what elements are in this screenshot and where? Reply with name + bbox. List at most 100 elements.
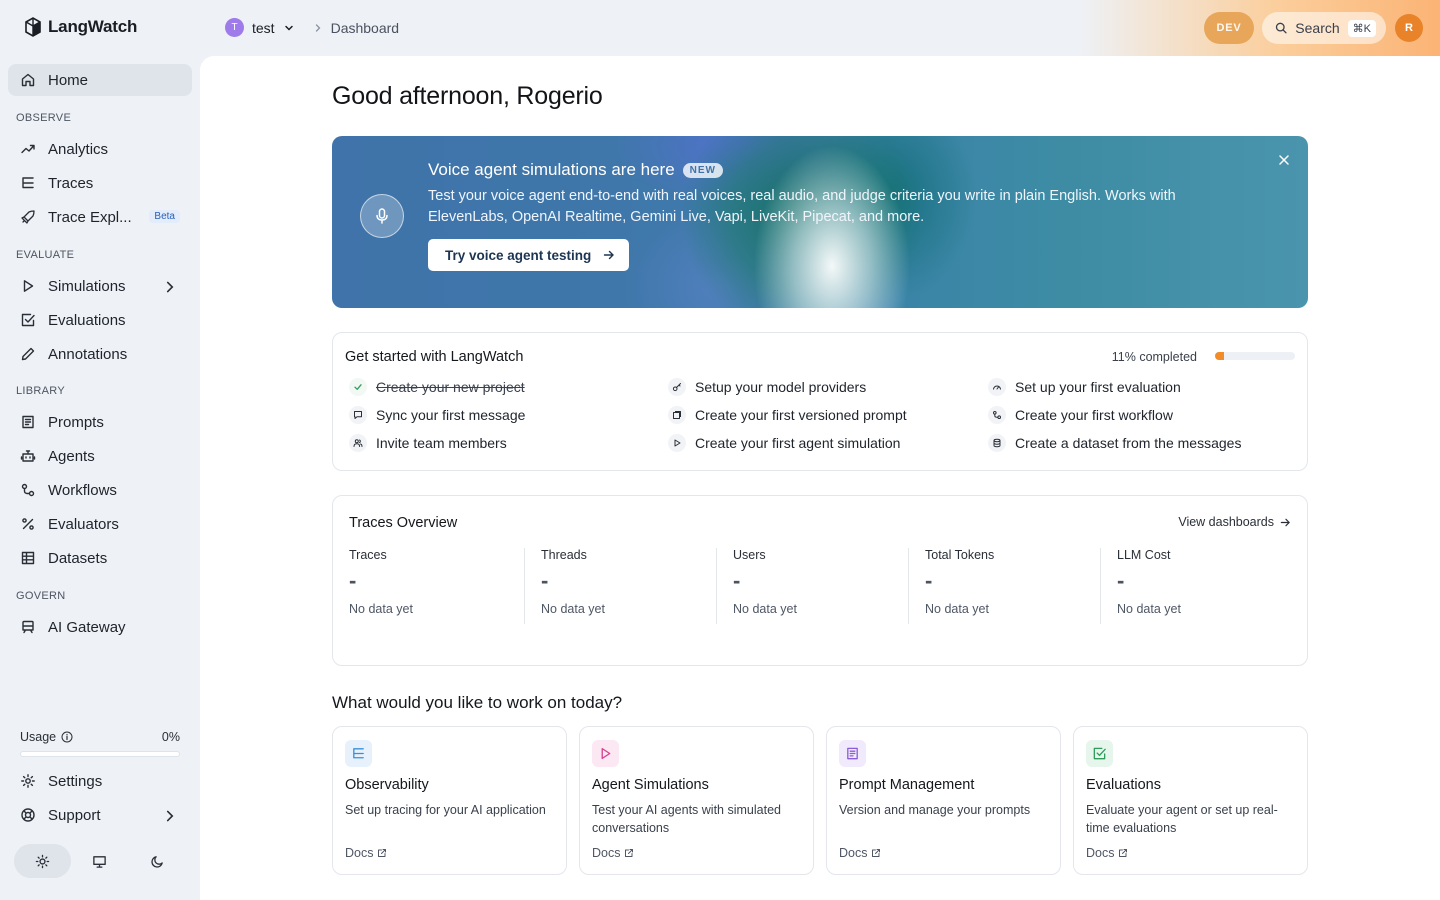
sidebar-item-annotations[interactable]: Annotations	[8, 338, 192, 370]
usage-value: 0%	[161, 730, 180, 744]
theme-light-button[interactable]	[14, 844, 72, 878]
traces-overview: Traces Overview View dashboards Traces -…	[332, 495, 1308, 666]
view-dashboards-link[interactable]: View dashboards	[1178, 515, 1291, 529]
metric-note: No data yet	[349, 602, 413, 616]
logo[interactable]: LangWatch	[24, 16, 137, 38]
sidebar-item-label: Simulations	[48, 277, 126, 295]
sidebar-item-agents[interactable]: Agents	[8, 440, 192, 472]
usage-meter: Usage 0%	[20, 730, 180, 757]
workflow-icon	[988, 406, 1006, 424]
sidebar-item-settings[interactable]: Settings	[8, 765, 192, 797]
sidebar-item-traces[interactable]: Traces	[8, 167, 192, 199]
metric-threads: Threads - No data yet	[524, 548, 700, 624]
prompt-icon	[668, 406, 686, 424]
metric-note: No data yet	[925, 602, 989, 616]
task-item[interactable]: Create your first agent simulation	[668, 434, 900, 452]
close-icon[interactable]	[1276, 152, 1292, 168]
sidebar-item-evaluators[interactable]: Evaluators	[8, 508, 192, 540]
metric-value: -	[925, 568, 933, 593]
sidebar: Home OBSERVE Analytics Traces Trace Expl…	[0, 56, 200, 900]
sidebar-item-trace-explorer[interactable]: Trace Expl... Beta	[8, 201, 192, 233]
microphone-icon	[376, 208, 388, 224]
external-link-icon	[872, 849, 881, 857]
sidebar-item-ai-gateway[interactable]: AI Gateway	[8, 611, 192, 643]
metric-note: No data yet	[733, 602, 797, 616]
docs-link[interactable]: Docs	[1086, 846, 1128, 860]
usage-bar	[20, 751, 180, 757]
sidebar-item-prompts[interactable]: Prompts	[8, 406, 192, 438]
sidebar-item-support[interactable]: Support	[8, 799, 192, 831]
chevron-right-icon	[315, 23, 320, 32]
banner-title: Voice agent simulations are here	[428, 160, 675, 179]
metric-note: No data yet	[1117, 602, 1181, 616]
card-observability[interactable]: Observability Set up tracing for your AI…	[332, 726, 567, 875]
task-item[interactable]: Sync your first message	[349, 406, 525, 424]
play-icon	[592, 740, 619, 767]
chevron-right-icon	[166, 281, 174, 293]
external-link-icon	[378, 849, 387, 857]
card-evaluations[interactable]: Evaluations Evaluate your agent or set u…	[1073, 726, 1308, 875]
list-tree-icon	[345, 740, 372, 767]
sidebar-item-analytics[interactable]: Analytics	[8, 133, 192, 165]
metric-note: No data yet	[541, 602, 605, 616]
button-label: Try voice agent testing	[445, 247, 592, 263]
docs-link[interactable]: Docs	[839, 846, 881, 860]
sidebar-item-label: Trace Expl...	[48, 208, 132, 226]
metric-label: LLM Cost	[1117, 548, 1171, 562]
task-label: Create your first workflow	[1015, 407, 1173, 423]
sidebar-item-label: Analytics	[48, 140, 109, 158]
task-item[interactable]: Create your first workflow	[988, 406, 1173, 424]
task-label: Set up your first evaluation	[1015, 379, 1181, 395]
task-item[interactable]: Invite team members	[349, 434, 507, 452]
external-link-icon	[625, 849, 634, 857]
card-title: Evaluations	[1086, 777, 1161, 793]
search-label: Search	[1295, 20, 1340, 36]
sidebar-item-simulations[interactable]: Simulations	[8, 270, 192, 302]
task-item[interactable]: Create your new project	[349, 378, 525, 396]
sidebar-item-datasets[interactable]: Datasets	[8, 542, 192, 574]
user-avatar[interactable]: R	[1395, 14, 1423, 42]
banner-description: Test your voice agent end-to-end with re…	[428, 188, 1176, 225]
sidebar-item-evaluations[interactable]: Evaluations	[8, 304, 192, 336]
main-content: Good afternoon, Rogerio Voice agent simu…	[200, 56, 1440, 900]
search-shortcut: ⌘K	[1347, 19, 1376, 37]
task-item[interactable]: Create your first versioned prompt	[668, 406, 907, 424]
card-prompt-management[interactable]: Prompt Management Version and manage you…	[826, 726, 1061, 875]
info-icon[interactable]	[61, 731, 73, 743]
section-label-library: LIBRARY	[16, 385, 65, 397]
check-square-icon	[21, 313, 35, 327]
chevron-right-icon	[166, 810, 174, 822]
breadcrumb[interactable]: Dashboard	[331, 20, 400, 36]
sidebar-item-label: Settings	[48, 772, 103, 790]
task-item[interactable]: Create a dataset from the messages	[988, 434, 1241, 452]
try-voice-agent-button[interactable]: Try voice agent testing	[428, 239, 630, 271]
docs-link[interactable]: Docs	[592, 846, 634, 860]
usage-label: Usage	[20, 730, 57, 744]
search-button[interactable]: Search ⌘K	[1262, 12, 1386, 44]
sidebar-item-workflows[interactable]: Workflows	[8, 474, 192, 506]
app-name: LangWatch	[48, 17, 138, 36]
project-selector[interactable]: T test Dashboard	[225, 18, 399, 37]
docs-link[interactable]: Docs	[345, 846, 387, 860]
sidebar-item-label: Home	[48, 71, 89, 89]
page-title: Good afternoon, Rogerio	[332, 82, 603, 110]
card-description: Set up tracing for your AI application	[345, 803, 546, 817]
sun-icon	[35, 854, 50, 868]
metric-value: -	[1117, 568, 1125, 593]
task-label: Create a dataset from the messages	[1015, 435, 1242, 451]
progress-bar	[1215, 352, 1295, 360]
sidebar-item-home[interactable]: Home	[8, 64, 192, 96]
card-agent-simulations[interactable]: Agent Simulations Test your AI agents wi…	[579, 726, 814, 875]
task-item[interactable]: Setup your model providers	[668, 378, 866, 396]
task-item[interactable]: Set up your first evaluation	[988, 378, 1181, 396]
gear-icon	[21, 774, 35, 788]
gauge-icon	[988, 378, 1006, 396]
docs-label: Docs	[345, 846, 374, 860]
card-description: Test your AI agents with simulated conve…	[592, 803, 781, 835]
play-icon	[668, 434, 686, 452]
theme-system-button[interactable]	[71, 844, 128, 878]
metric-label: Traces	[349, 548, 387, 562]
theme-dark-button[interactable]	[129, 844, 186, 878]
search-icon	[1275, 22, 1287, 34]
message-icon	[349, 406, 367, 424]
